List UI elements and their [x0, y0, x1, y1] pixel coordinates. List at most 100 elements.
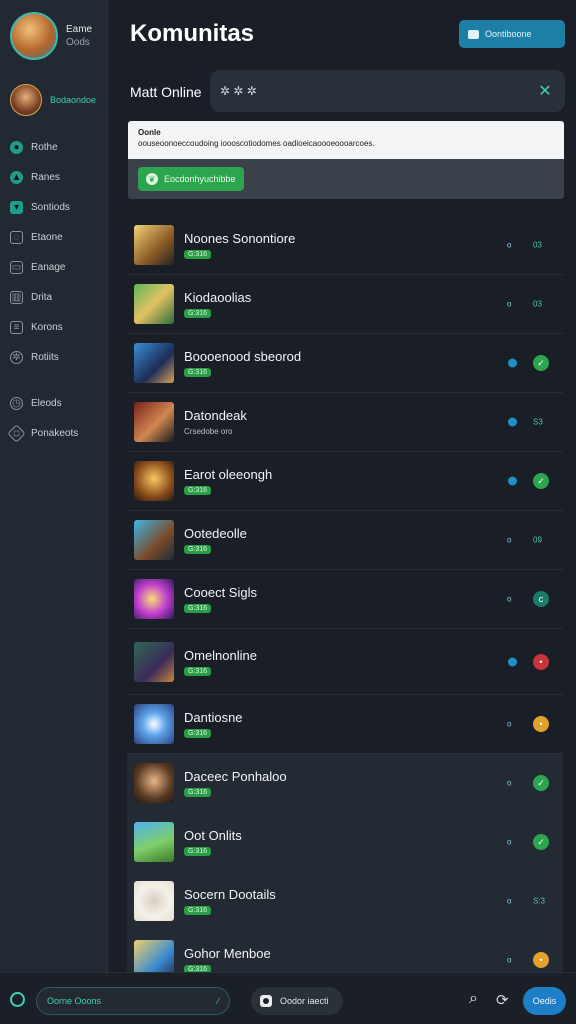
friend-profile[interactable]: Bodaondoe [10, 84, 96, 116]
sidebar-item-label: Rotiits [31, 351, 59, 363]
sidebar-item-label: Ponakeots [31, 427, 79, 439]
online-dot-icon [508, 358, 517, 368]
meta-value: o [507, 594, 512, 604]
record-pill[interactable]: Oodor iaecti [251, 987, 343, 1015]
close-icon[interactable]: ✕ [535, 81, 555, 101]
game-thumbnail [134, 284, 174, 324]
list-item[interactable]: Kiodaoolias G:316 o 03 [127, 275, 563, 334]
chat-input-value: Oorne Ooons [47, 996, 102, 1006]
list-item[interactable]: Omelnonline G:316 • [127, 629, 563, 695]
game-name: Earot oleeongh [184, 467, 273, 482]
online-dot-icon [508, 657, 517, 666]
game-thumbnail [134, 402, 174, 442]
status-text[interactable]: S3 [533, 418, 543, 427]
profile-name: Eame [66, 24, 93, 35]
sidebar-item-2[interactable]: ▲ Ranes [10, 162, 102, 192]
sidebar-item-5[interactable]: ▭ Eanage [10, 252, 102, 282]
game-thumbnail [134, 225, 174, 265]
search-input[interactable] [220, 84, 535, 98]
list-item[interactable]: Earot oleeongh G:316 ✓ [127, 452, 563, 511]
status-badge: G:316 [184, 788, 212, 797]
list-item[interactable]: Dantiosne G:316 o • [127, 695, 563, 754]
avatar[interactable] [10, 12, 58, 60]
list-item[interactable]: Datondeak Crsedobe oro S3 [127, 393, 563, 452]
status-badge: G:316 [184, 368, 212, 377]
status-text[interactable]: S:3 [533, 897, 545, 906]
friend-name: Bodaondoe [50, 95, 97, 105]
status-badge: G:316 [184, 666, 212, 676]
user-profile[interactable]: Eame Oods [10, 12, 92, 60]
sidebar-item-label: Drita [31, 291, 53, 303]
sidebar-item-label: Korons [31, 321, 63, 333]
game-name: Datondeak [184, 408, 247, 423]
status-badge: G:316 [184, 309, 212, 318]
status-icon[interactable]: • [533, 653, 549, 670]
sidebar-item-label: Ranes [31, 171, 60, 183]
search-icon[interactable]: ⌕ [469, 991, 484, 1007]
list-item[interactable]: Cooect Sigls G:316 o c [127, 570, 563, 629]
check-icon[interactable]: ✓ [533, 473, 549, 489]
game-name: Noones Sonontiore [184, 231, 296, 246]
status-icon[interactable]: c [533, 591, 549, 607]
sidebar-item-8[interactable]: ✲ Rotiits [10, 342, 102, 372]
sidebar-item-label: Sontiods [31, 201, 70, 213]
header-button-label: Oontiboone [485, 29, 532, 39]
list-item[interactable]: Ootedeolle G:316 o 09 [127, 511, 563, 570]
list-item[interactable]: Oot Onlits G:316 o ✓ [127, 813, 563, 872]
primary-button[interactable]: Oedis [523, 987, 566, 1015]
globe-icon[interactable] [10, 992, 25, 1007]
status-icon[interactable]: • [533, 716, 549, 732]
sidebar-item-10[interactable]: ◇ Ponakeots [7, 418, 102, 448]
online-dot-icon [508, 417, 517, 427]
list-item[interactable]: Gohor Menboe G:316 o • [127, 931, 563, 972]
status-badge: G:316 [184, 545, 212, 554]
game-name: Ootedeolle [184, 526, 247, 541]
check-icon[interactable]: ✓ [533, 834, 549, 850]
meta-value: o [507, 955, 512, 965]
game-thumbnail [134, 579, 174, 619]
game-name: Daceec Ponhaloo [184, 769, 287, 784]
search-bar: ✕ [210, 70, 565, 112]
store-icon: ▲ [10, 170, 23, 184]
chat-input[interactable]: Oorne Ooons ⁄ [36, 987, 230, 1015]
news-icon: ≡ [10, 320, 23, 334]
status-text[interactable]: 03 [533, 300, 542, 309]
notice-button[interactable]: ❦ Eocdonhyuchibbe [138, 167, 244, 191]
game-thumbnail [134, 343, 174, 383]
list-item[interactable]: Socern Dootails G:316 o S:3 [127, 872, 563, 931]
tag-icon: ◇ [7, 423, 26, 443]
sidebar-item-label: Eleods [31, 397, 62, 409]
list-item[interactable]: Daceec Ponhaloo G:316 o ✓ [127, 754, 563, 813]
meta-value: o [507, 837, 512, 847]
header-action-button[interactable]: Oontiboone [459, 20, 565, 48]
record-icon [260, 995, 272, 1007]
sync-icon[interactable]: ⟳ [496, 991, 509, 1009]
meta-value: o [507, 299, 512, 309]
app-root: Eame Oods Bodaondoe ● Rothe ▲ Ranes ▾ Sonti… [0, 0, 576, 1024]
pen-icon[interactable]: ⁄ [217, 996, 219, 1006]
game-list: Noones Sonontiore G:316 o 03 Kiodaoolias G:31… [127, 216, 563, 972]
profile-sub: Oods [66, 37, 90, 48]
primary-button-label: Oedis [532, 996, 557, 1006]
chat-icon [468, 29, 479, 39]
list-item[interactable]: Boooenood sbeorod G:316 ✓ [127, 334, 563, 393]
list-item[interactable]: Noones Sonontiore G:316 o 03 [127, 216, 563, 275]
sidebar-item-1[interactable]: ● Rothe [10, 132, 102, 162]
friend-avatar[interactable] [10, 84, 42, 116]
check-icon[interactable]: ✓ [533, 775, 549, 791]
stats-icon: ▥ [10, 290, 23, 304]
sidebar-item-3[interactable]: ▾ Sontiods [10, 192, 102, 222]
sidebar-item-7[interactable]: ≡ Korons [10, 312, 102, 342]
library-icon: ▭ [10, 260, 23, 274]
sidebar-item-9[interactable]: ◷ Eleods [10, 388, 102, 418]
status-text[interactable]: 09 [533, 536, 542, 545]
game-thumbnail [134, 461, 174, 501]
check-icon[interactable]: ✓ [533, 355, 549, 371]
status-icon[interactable]: • [533, 952, 549, 968]
status-text[interactable]: 03 [533, 241, 542, 250]
game-thumbnail [134, 940, 174, 972]
sidebar-item-6[interactable]: ▥ Drita [10, 282, 102, 312]
meta-value: o [507, 535, 512, 545]
meta-value: o [507, 778, 512, 788]
sidebar-item-4[interactable]: ◌ Etaone [10, 222, 102, 252]
